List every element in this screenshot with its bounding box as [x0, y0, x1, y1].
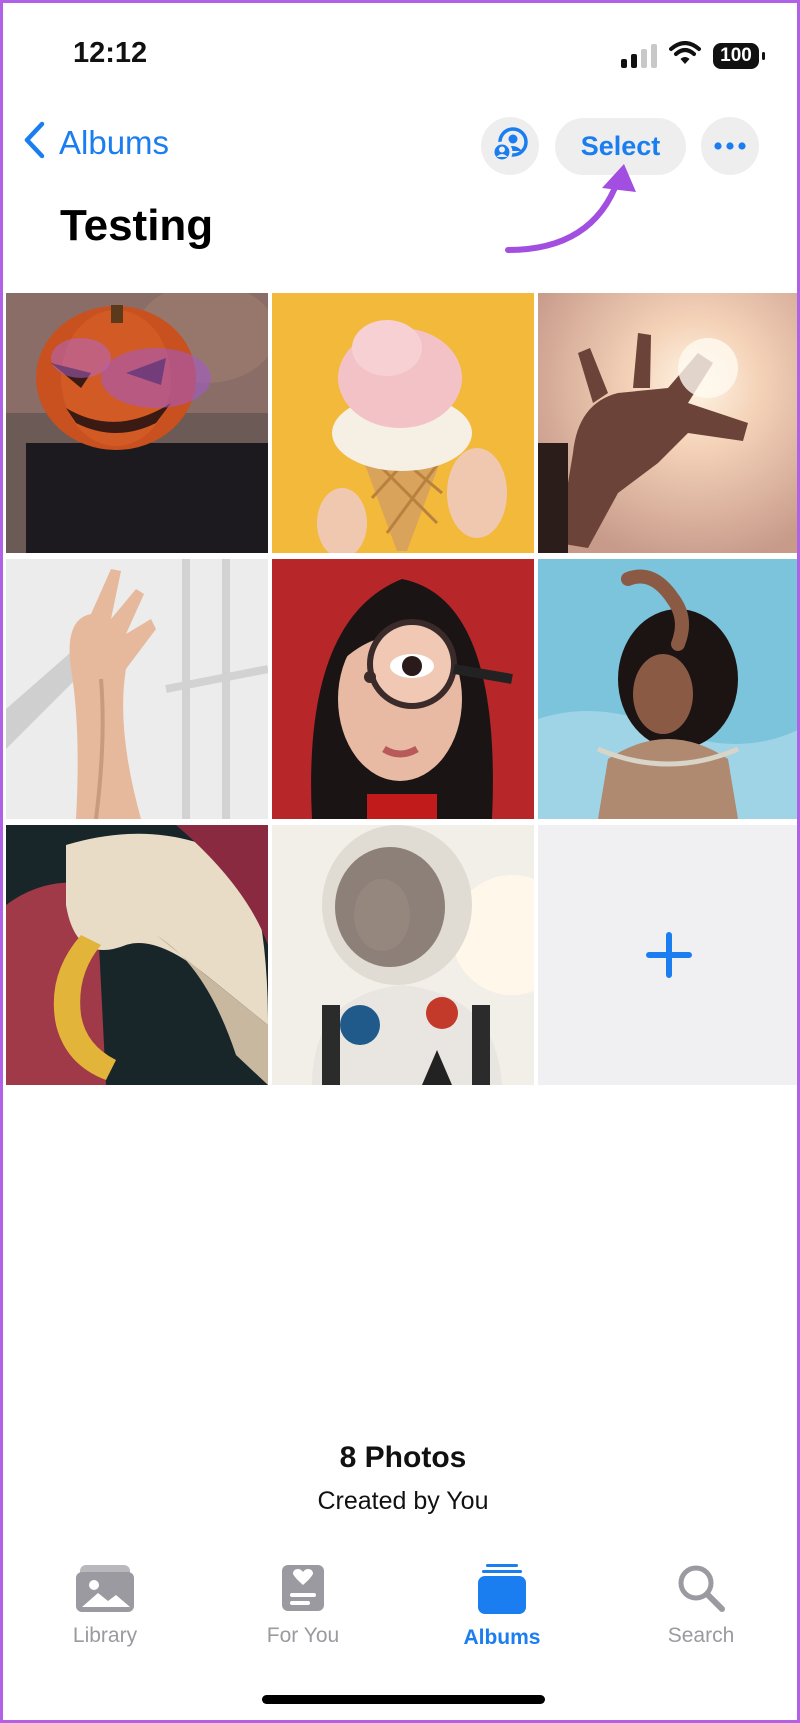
- tab-library-label: Library: [72, 1624, 138, 1647]
- wifi-icon: [669, 41, 701, 70]
- album-creator: Created by You: [317, 1487, 489, 1515]
- status-time: 12:12: [73, 37, 148, 69]
- photo-tile-flower-petal[interactable]: [6, 825, 268, 1085]
- battery-icon: 100: [713, 42, 765, 69]
- photo-tile-raised-hand[interactable]: [6, 559, 268, 819]
- photo-tile-astronaut[interactable]: [272, 825, 534, 1085]
- screenshot-frame: 12:12 100 Albums Select Testing 8 Photos…: [0, 0, 800, 1723]
- add-photo-tile[interactable]: [538, 825, 797, 1085]
- home-indicator[interactable]: [262, 1695, 545, 1704]
- photo-library-icon: [74, 1565, 136, 1617]
- tab-for-you[interactable]: For You: [223, 1563, 383, 1648]
- photo-tile-sunlight-hand[interactable]: [538, 293, 797, 553]
- tab-library[interactable]: Library: [25, 1563, 185, 1648]
- tab-albums[interactable]: Albums: [422, 1563, 582, 1650]
- back-button[interactable]: Albums: [23, 121, 169, 164]
- albums-icon: [476, 1564, 528, 1619]
- cellular-signal-icon: [621, 43, 657, 68]
- chevron-left-icon: [23, 121, 45, 164]
- status-icons: 100: [621, 41, 765, 70]
- ellipsis-icon: [714, 137, 746, 155]
- for-you-icon: [280, 1565, 326, 1617]
- photo-tile-woman-in-water[interactable]: [538, 559, 797, 819]
- album-title: Testing: [60, 201, 214, 250]
- annotation-arrow-icon: [498, 158, 648, 268]
- more-button[interactable]: [701, 117, 759, 175]
- tab-albums-label: Albums: [463, 1626, 541, 1649]
- back-label: Albums: [59, 123, 170, 161]
- tab-for-you-label: For You: [266, 1624, 340, 1647]
- tab-search[interactable]: Search: [621, 1563, 781, 1648]
- photo-count: 8 Photos: [339, 1441, 467, 1474]
- search-icon: [676, 1565, 726, 1617]
- plus-icon: [646, 932, 692, 978]
- battery-level: 100: [720, 44, 752, 66]
- photo-tile-magnifying-glass[interactable]: [272, 559, 534, 819]
- photo-tile-pumpkin[interactable]: [6, 293, 268, 553]
- tab-search-label: Search: [667, 1624, 735, 1647]
- photo-tile-ice-cream[interactable]: [272, 293, 534, 553]
